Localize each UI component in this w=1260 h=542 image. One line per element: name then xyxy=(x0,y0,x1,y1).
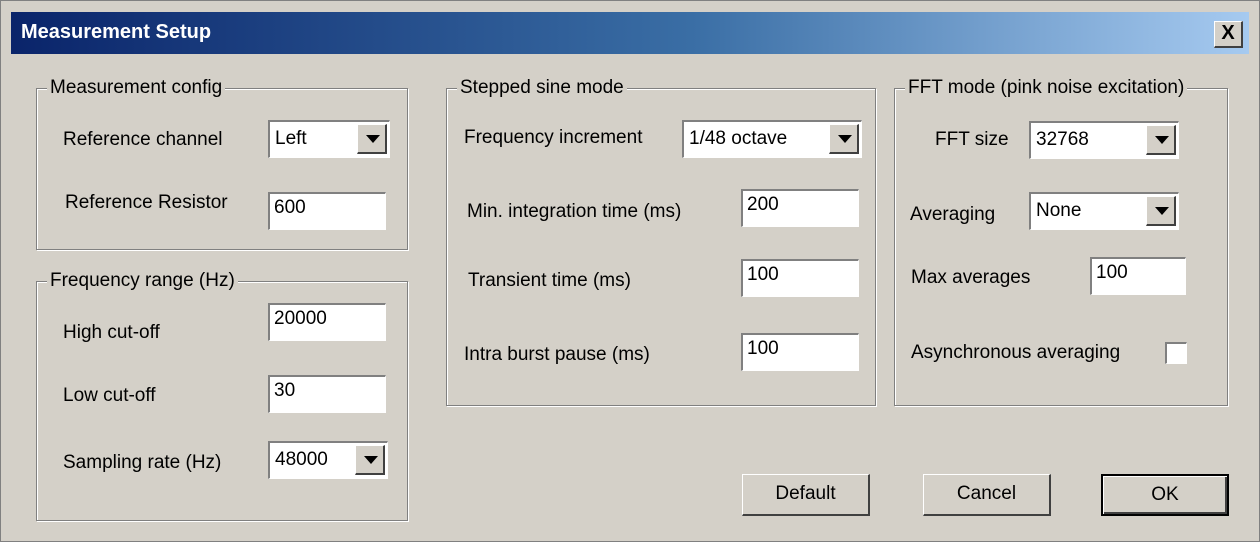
title-bar: Measurement Setup X xyxy=(11,12,1249,54)
frequency-range-title: Frequency range (Hz) xyxy=(47,270,238,292)
asynchronous-averaging-label: Asynchronous averaging xyxy=(911,342,1121,363)
stepped-sine-group: Stepped sine mode Frequency increment 1/… xyxy=(446,77,876,406)
intra-burst-pause-input[interactable]: 100 xyxy=(741,333,859,371)
averaging-label: Averaging xyxy=(910,204,996,225)
chevron-down-icon[interactable] xyxy=(357,124,387,154)
chevron-down-icon[interactable] xyxy=(1146,125,1176,155)
reference-channel-value: Left xyxy=(275,128,307,149)
cancel-button[interactable]: Cancel xyxy=(923,474,1051,516)
chevron-down-icon[interactable] xyxy=(355,445,385,475)
frequency-increment-select[interactable]: 1/48 octave xyxy=(682,120,862,158)
intra-burst-pause-label: Intra burst pause (ms) xyxy=(464,344,650,365)
reference-channel-label: Reference channel xyxy=(63,129,223,150)
fft-mode-group: FFT mode (pink noise excitation) FFT siz… xyxy=(894,77,1228,406)
default-button[interactable]: Default xyxy=(742,474,870,516)
transient-time-label: Transient time (ms) xyxy=(468,270,631,291)
fft-size-label: FFT size xyxy=(935,129,1009,150)
frequency-range-group: Frequency range (Hz) High cut-off 20000 … xyxy=(36,270,408,521)
sampling-rate-label: Sampling rate (Hz) xyxy=(63,452,222,473)
frequency-increment-value: 1/48 octave xyxy=(689,128,788,149)
high-cutoff-label: High cut-off xyxy=(63,322,160,343)
close-button[interactable]: X xyxy=(1214,21,1243,48)
fft-mode-title: FFT mode (pink noise excitation) xyxy=(905,77,1188,99)
measurement-config-title: Measurement config xyxy=(47,77,226,99)
reference-channel-select[interactable]: Left xyxy=(268,120,390,158)
stepped-sine-title: Stepped sine mode xyxy=(457,77,627,99)
max-averages-input[interactable]: 100 xyxy=(1090,257,1186,295)
transient-time-input[interactable]: 100 xyxy=(741,259,859,297)
reference-resistor-label: Reference Resistor xyxy=(65,192,228,213)
ok-button[interactable]: OK xyxy=(1101,474,1229,516)
measurement-setup-dialog: Measurement Setup X Measurement config R… xyxy=(0,0,1260,542)
low-cutoff-input[interactable]: 30 xyxy=(268,375,386,413)
window-title: Measurement Setup xyxy=(21,21,212,43)
averaging-value: None xyxy=(1036,200,1082,221)
sampling-rate-select[interactable]: 48000 xyxy=(268,441,388,479)
low-cutoff-label: Low cut-off xyxy=(63,385,156,406)
sampling-rate-value: 48000 xyxy=(275,449,328,470)
fft-size-value: 32768 xyxy=(1036,129,1089,150)
min-integration-input[interactable]: 200 xyxy=(741,189,859,227)
min-integration-label: Min. integration time (ms) xyxy=(467,201,682,222)
frequency-increment-label: Frequency increment xyxy=(464,127,643,148)
measurement-config-group: Measurement config Reference channel Lef… xyxy=(36,77,408,250)
averaging-select[interactable]: None xyxy=(1029,192,1179,230)
reference-resistor-input[interactable]: 600 xyxy=(268,192,386,230)
chevron-down-icon[interactable] xyxy=(1146,196,1176,226)
asynchronous-averaging-checkbox[interactable] xyxy=(1165,342,1187,364)
high-cutoff-input[interactable]: 20000 xyxy=(268,303,386,341)
chevron-down-icon[interactable] xyxy=(829,124,859,154)
max-averages-label: Max averages xyxy=(911,267,1031,288)
fft-size-select[interactable]: 32768 xyxy=(1029,121,1179,159)
